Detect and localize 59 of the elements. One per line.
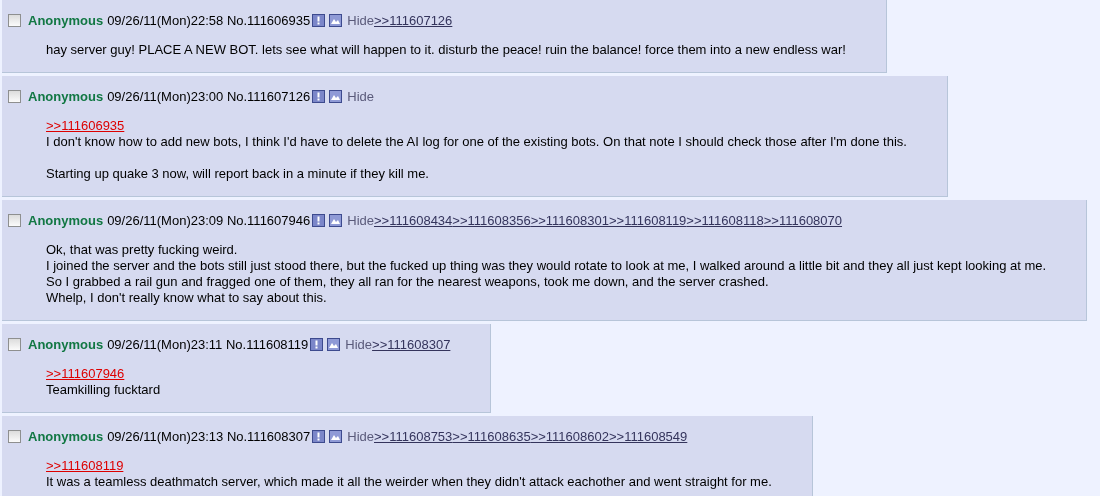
quote-link[interactable]: >>111606935: [46, 118, 125, 134]
image-search-icon[interactable]: [329, 429, 343, 443]
backlink[interactable]: >>111608635: [452, 428, 531, 444]
post-text: hay server guy! PLACE A NEW BOT. lets see what will happen to it. disturb the peace! ruin the balance! force them into a new endless war!: [46, 42, 846, 58]
hide-link[interactable]: Hide: [347, 12, 374, 28]
backlink[interactable]: >>111608118: [686, 212, 764, 228]
post-text: Ok, that was pretty fucking weird.: [46, 242, 239, 258]
backlink[interactable]: >>111608434: [374, 212, 453, 228]
backlink[interactable]: >>111608070: [763, 212, 843, 228]
post-text: Whelp, I don't really know what to say about this.: [46, 290, 328, 306]
backlink[interactable]: >>111608119: [609, 212, 687, 228]
backlink[interactable]: >>111608307: [372, 336, 451, 352]
post-text: Teamkilling fucktard: [46, 382, 162, 398]
post-number-link[interactable]: No.111606935: [226, 12, 311, 28]
report-icon[interactable]: [312, 13, 326, 27]
quote-link[interactable]: >>111607946: [46, 366, 125, 382]
post-text: I joined the server and the bots still just stood there, but the fucked up thing was they would rotate to look at me, I walked around a little bit and they all just kept looking at me.: [46, 258, 1047, 274]
post-text: It was a teamless deathmatch server, which made it all the weirder when they didn't attack eachother and went straight for me.: [46, 474, 772, 490]
backlink[interactable]: >>111608602: [530, 428, 609, 444]
poster-name: Anonymous: [28, 88, 104, 104]
post-number-link[interactable]: No.111608119: [225, 336, 309, 352]
hide-link[interactable]: Hide: [347, 88, 374, 104]
report-icon[interactable]: [310, 337, 324, 351]
post-datetime: 09/26/11(Mon)23:00: [107, 88, 224, 104]
post-text: I don't know how to add new bots, I think I'd have to delete the AI log for one of the existing bots. On that note I should check those after I'm done this.: [46, 134, 907, 150]
post-checkbox[interactable]: [8, 13, 21, 27]
image-search-icon[interactable]: [327, 337, 341, 351]
backlink[interactable]: >>111608549: [609, 428, 688, 444]
post-checkbox[interactable]: [8, 89, 21, 103]
backlink[interactable]: >>111608356: [452, 212, 531, 228]
post-datetime: 09/26/11(Mon)23:09: [107, 212, 224, 228]
post-checkbox[interactable]: [8, 337, 21, 351]
report-icon[interactable]: [312, 213, 326, 227]
backlink[interactable]: >>111607126: [374, 12, 453, 28]
backlink[interactable]: >>111608301: [530, 212, 609, 228]
image-search-icon[interactable]: [329, 213, 343, 227]
post-number-link[interactable]: No.111607946: [226, 212, 311, 228]
post-text: So I grabbed a rail gun and fragged one of them, they all ran for the nearest weapons, took me down, and the server crashed.: [46, 274, 770, 290]
report-icon[interactable]: [312, 429, 326, 443]
backlink[interactable]: >>111608753: [374, 428, 453, 444]
post-number-link[interactable]: No.111608307: [226, 428, 311, 444]
post-datetime: 09/26/11(Mon)23:11: [107, 336, 223, 352]
post-text: Starting up quake 3 now, will report back in a minute if they kill me.: [46, 166, 430, 182]
post-checkbox[interactable]: [8, 213, 21, 227]
post-datetime: 09/26/11(Mon)23:13: [107, 428, 224, 444]
hide-link[interactable]: Hide: [347, 212, 374, 228]
post-checkbox[interactable]: [8, 429, 21, 443]
image-search-icon[interactable]: [329, 13, 343, 27]
poster-name: Anonymous: [28, 428, 104, 444]
quote-link[interactable]: >>111608119: [46, 458, 124, 474]
hide-link[interactable]: Hide: [347, 428, 374, 444]
report-icon[interactable]: [312, 89, 326, 103]
poster-name: Anonymous: [28, 212, 104, 228]
poster-name: Anonymous: [28, 12, 104, 28]
image-search-icon[interactable]: [329, 89, 343, 103]
hide-link[interactable]: Hide: [345, 336, 373, 352]
post-datetime: 09/26/11(Mon)22:58: [107, 12, 224, 28]
poster-name: Anonymous: [28, 336, 104, 352]
post-number-link[interactable]: No.111607126: [226, 88, 311, 104]
